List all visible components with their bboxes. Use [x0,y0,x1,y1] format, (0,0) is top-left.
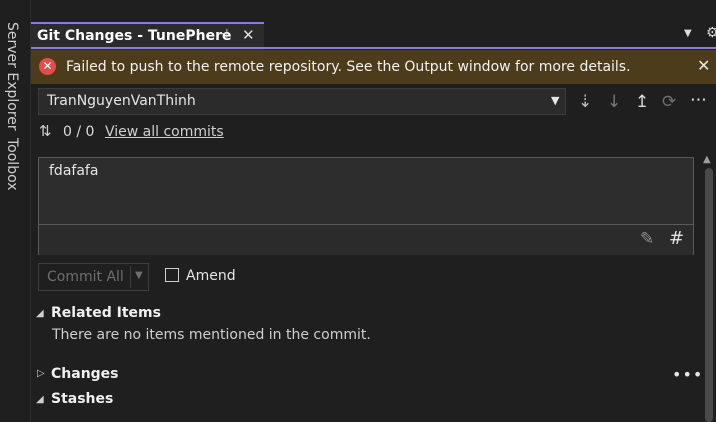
pull-icon[interactable]: ↓ [607,92,621,112]
related-items-header[interactable]: Related Items [51,305,161,321]
pin-icon[interactable]: ⊣ [217,27,228,42]
commit-all-button[interactable]: Commit All ▼ [38,263,149,291]
related-items-empty-text: There are no items mentioned in the comm… [52,327,371,343]
error-icon: ✕ [39,58,56,75]
branch-name: TranNguyenVanThinh [47,93,196,109]
close-icon[interactable]: ✕ [242,26,255,44]
fetch-icon[interactable]: ⇣ [578,92,592,112]
commit-count: 0 / 0 [63,124,95,140]
close-infobar-icon[interactable]: ✕ [697,56,710,75]
amend-checkbox[interactable] [165,268,179,282]
changes-header[interactable]: Changes [51,366,119,382]
chevron-down-icon: ▼ [551,94,560,107]
tab-git-changes[interactable]: Git Changes - TunePhere ⊣ ✕ [31,22,264,50]
tab-list-dropdown-icon[interactable]: ▼ [684,28,692,39]
sync-icon[interactable]: ⟳ [662,92,676,112]
tab-underline [31,47,716,49]
commit-message-box[interactable]: fdafafa ✎ # [38,157,694,255]
hash-icon[interactable]: # [669,228,684,249]
collapsed-triangle-icon[interactable]: ▷ [37,368,45,379]
side-rail: Server Explorer Toolbox [0,0,31,422]
changes-more-icon[interactable]: ••• [672,365,703,384]
scroll-up-icon[interactable]: ▲ [703,154,711,165]
push-icon[interactable]: ↥ [635,92,649,112]
scroll-thumb[interactable] [705,168,713,422]
more-options-icon[interactable]: ⋯ [690,90,707,110]
expanded-triangle-icon[interactable]: ◢ [36,308,44,319]
chevron-down-icon[interactable]: ▼ [135,270,143,281]
split-divider [130,266,131,288]
tab-title: Git Changes - TunePhere [37,28,232,44]
message-toolbar: ✎ # [39,224,693,255]
gear-icon[interactable]: ⚙ [706,25,716,41]
error-infobar: ✕ Failed to push to the remote repositor… [31,50,716,84]
expanded-triangle-icon[interactable]: ◢ [36,394,44,405]
error-message: Failed to push to the remote repository.… [66,59,631,75]
branch-dropdown[interactable]: TranNguyenVanThinh ▼ [38,88,566,115]
view-all-commits-link[interactable]: View all commits [105,124,224,140]
amend-label[interactable]: Amend [186,268,236,284]
commit-all-label: Commit All [47,269,124,285]
stashes-header[interactable]: Stashes [51,391,113,407]
toolbox-tab[interactable]: Toolbox [4,138,20,191]
commit-message-text[interactable]: fdafafa [49,163,98,179]
copilot-suggest-icon[interactable]: ✎ [640,229,654,249]
server-explorer-tab[interactable]: Server Explorer [4,22,20,131]
incoming-outgoing-icon: ⇅ [39,122,52,140]
top-strip [31,0,716,22]
